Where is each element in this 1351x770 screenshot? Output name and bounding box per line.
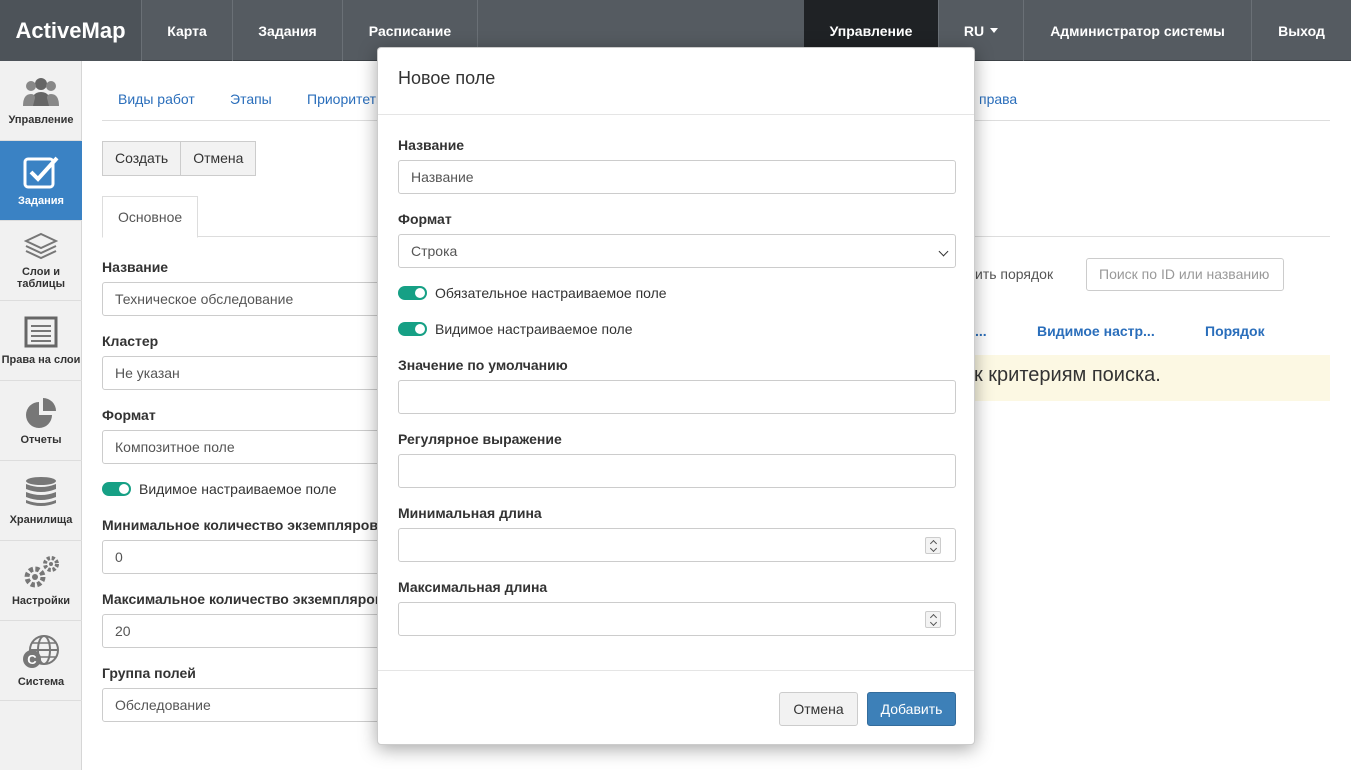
format-select[interactable]: Композитное поле: [102, 430, 392, 464]
cancel-button[interactable]: Отмена: [181, 141, 257, 176]
sidebar-label: Хранилища: [9, 513, 73, 526]
sidebar-item-settings[interactable]: Настройки: [0, 541, 82, 621]
pie-chart-icon: [26, 397, 56, 428]
order-link[interactable]: ить порядок: [975, 266, 1053, 282]
number-spinner-icon[interactable]: [925, 537, 941, 554]
sidebar-item-layer-rights[interactable]: Права на слои: [0, 301, 82, 381]
visible-toggle[interactable]: [398, 322, 427, 336]
subtab-rights[interactable]: права: [979, 91, 1017, 107]
new-field-modal: Новое поле Название Название Формат Стро…: [377, 47, 975, 745]
subtab-stages[interactable]: Этапы: [230, 91, 272, 107]
visible-toggle-label: Видимое настраиваемое поле: [139, 481, 337, 497]
max-length-label: Максимальная длина: [398, 579, 548, 595]
sidebar-item-tasks[interactable]: Задания: [0, 141, 82, 221]
regex-label: Регулярное выражение: [398, 431, 562, 447]
sidebar-label: Права на слои: [1, 353, 81, 366]
field-group-label: Группа полей: [102, 665, 196, 681]
name-label: Название: [102, 259, 169, 275]
checkbox-icon: [23, 156, 59, 188]
modal-footer: Отмена Добавить: [378, 670, 974, 744]
chevron-down-icon: [938, 246, 949, 257]
language-label: RU: [963, 22, 985, 39]
create-button[interactable]: Создать: [102, 141, 182, 176]
list-icon: [24, 316, 58, 347]
min-length-input[interactable]: [398, 528, 956, 562]
action-buttons: Создать Отмена: [102, 141, 257, 176]
database-icon: [26, 476, 56, 506]
sidebar-item-storage[interactable]: Хранилища: [0, 461, 82, 541]
nav-map[interactable]: Карта: [142, 0, 233, 61]
modal-format-label: Формат: [398, 211, 452, 227]
brand-logo[interactable]: ActiveMap: [0, 0, 142, 61]
max-count-input[interactable]: 20: [102, 614, 392, 648]
visible-toggle-label: Видимое настраиваемое поле: [435, 321, 633, 337]
search-input[interactable]: Поиск по ID или названию: [1086, 258, 1284, 291]
caret-down-icon: [990, 28, 999, 33]
regex-input[interactable]: [398, 454, 956, 488]
gears-icon: [24, 555, 59, 587]
min-count-label: Минимальное количество экземпляров: [102, 517, 378, 533]
visible-toggle-row: Видимое настраиваемое поле: [398, 321, 633, 337]
column-header-truncated[interactable]: ...: [975, 323, 987, 339]
visible-toggle[interactable]: [102, 482, 131, 496]
sidebar-label: Настройки: [11, 594, 71, 607]
format-label: Формат: [102, 407, 156, 423]
sidebar-label: Слои и таблицы: [17, 265, 65, 290]
modal-add-button[interactable]: Добавить: [867, 692, 956, 726]
nav-tasks[interactable]: Задания: [233, 0, 343, 61]
column-header-visible[interactable]: Видимое настр...: [1037, 323, 1155, 339]
required-toggle-label: Обязательное настраиваемое поле: [435, 285, 667, 301]
sidebar-label: Система: [17, 675, 65, 688]
sidebar-item-reports[interactable]: Отчеты: [0, 381, 82, 461]
modal-name-input[interactable]: Название: [398, 160, 956, 194]
sidebar-label: Отчеты: [20, 433, 62, 446]
modal-cancel-button[interactable]: Отмена: [779, 692, 858, 726]
sidebar-item-layers[interactable]: Слои и таблицы: [0, 221, 82, 301]
modal-format-value: Строка: [411, 243, 458, 259]
tab-main[interactable]: Основное: [102, 196, 199, 238]
required-toggle-row: Обязательное настраиваемое поле: [398, 285, 667, 301]
nav-user[interactable]: Администратор системы: [1024, 0, 1252, 61]
subtab-work-types[interactable]: Виды работ: [118, 91, 195, 107]
visible-toggle-row: Видимое настраиваемое поле: [102, 481, 337, 497]
cluster-label: Кластер: [102, 333, 159, 349]
field-group-select[interactable]: Обследование: [102, 688, 392, 722]
sidebar-label: Задания: [18, 194, 64, 207]
max-count-label: Максимальное количество экземпляров: [102, 591, 378, 607]
required-toggle[interactable]: [398, 286, 427, 300]
modal-title: Новое поле: [378, 48, 974, 115]
sidebar-item-management[interactable]: Управление: [0, 61, 82, 141]
globe-icon: C: [23, 634, 59, 668]
name-input[interactable]: Техническое обследование: [102, 282, 392, 316]
number-spinner-icon[interactable]: [925, 611, 941, 628]
layers-icon: [24, 232, 58, 259]
min-length-label: Минимальная длина: [398, 505, 542, 521]
sidebar-label: Управление: [8, 113, 74, 126]
column-header-order[interactable]: Порядок: [1205, 323, 1265, 339]
users-icon: [23, 77, 59, 106]
default-value-input[interactable]: [398, 380, 956, 414]
sidebar: Управление Задания Слои и таблицы Права …: [0, 61, 82, 770]
sidebar-item-system[interactable]: C Система: [0, 621, 82, 701]
nav-logout[interactable]: Выход: [1252, 0, 1351, 61]
max-length-input[interactable]: [398, 602, 956, 636]
min-count-input[interactable]: 0: [102, 540, 392, 574]
subtab-priorities[interactable]: Приоритеты: [307, 91, 386, 107]
modal-name-label: Название: [398, 137, 465, 153]
default-value-label: Значение по умолчанию: [398, 357, 568, 373]
cluster-select[interactable]: Не указан: [102, 356, 392, 390]
svg-text:C: C: [27, 652, 37, 667]
modal-format-select[interactable]: Строка: [398, 234, 956, 268]
no-results-alert: к критериям поиска.: [962, 355, 1330, 401]
